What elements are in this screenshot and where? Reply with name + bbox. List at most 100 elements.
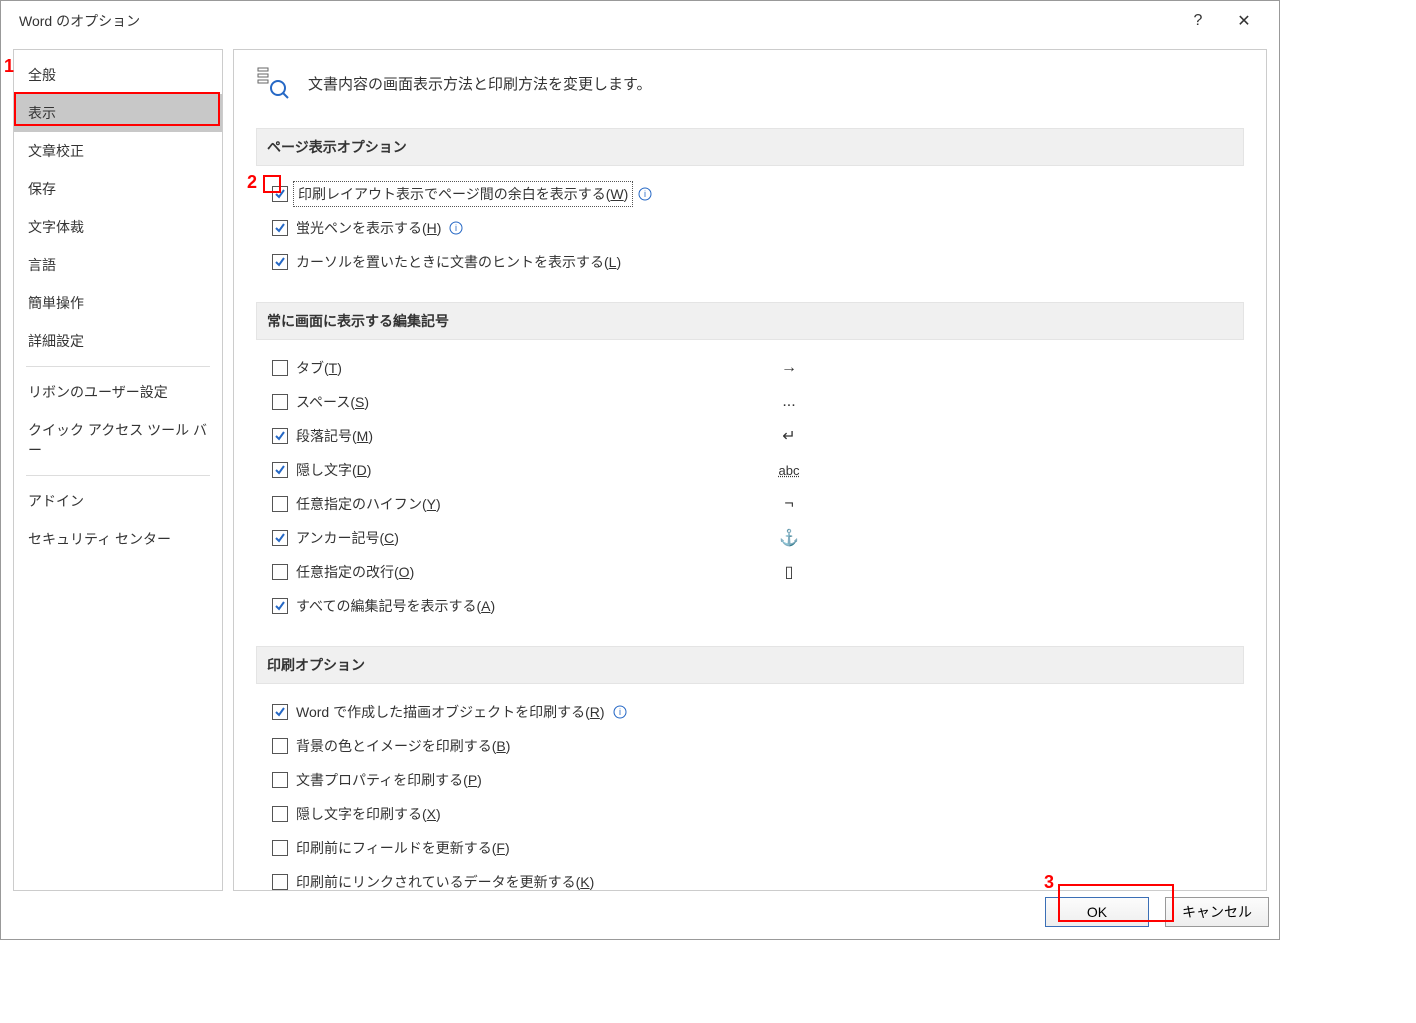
formatting-mark-symbol: ⚓ [774,528,804,548]
sidebar-item[interactable]: 簡単操作 [14,284,222,322]
checkbox[interactable] [272,254,288,270]
option-row: 蛍光ペンを表示する(H) i [256,214,1244,242]
sidebar-item[interactable]: クイック アクセス ツール バー [14,411,222,469]
section-title-marks: 常に画面に表示する編集記号 [256,302,1244,340]
content-panel: 文書内容の画面表示方法と印刷方法を変更します。 ページ表示オプション 印刷レイア… [233,49,1267,891]
sidebar: 全般表示文章校正保存文字体裁言語簡単操作詳細設定リボンのユーザー設定クイック ア… [13,49,223,891]
annotation-3: 3 [1044,872,1054,893]
option-label[interactable]: タブ(T) [296,358,342,378]
option-label[interactable]: 任意指定のハイフン(Y) [296,494,441,514]
svg-text:i: i [455,223,457,233]
option-row: スペース(S)... [256,388,1244,416]
option-row: アンカー記号(C) ⚓ [256,524,1244,552]
option-label[interactable]: カーソルを置いたときに文書のヒントを表示する(L) [296,252,621,272]
option-row: 隠し文字(D) abc [256,456,1244,484]
checkbox[interactable] [272,530,288,546]
svg-text:i: i [619,707,621,717]
close-button[interactable]: ✕ [1221,5,1267,37]
checkbox[interactable] [272,704,288,720]
option-label[interactable]: 背景の色とイメージを印刷する(B) [296,736,510,756]
sidebar-item[interactable]: 文字体裁 [14,208,222,246]
sidebar-item[interactable]: 言語 [14,246,222,284]
formatting-mark-symbol: → [774,359,804,377]
option-label[interactable]: 印刷前にリンクされているデータを更新する(K) [296,872,594,891]
option-label[interactable]: 印刷レイアウト表示でページ間の余白を表示する(W) [296,184,630,204]
option-label[interactable]: スペース(S) [296,392,369,412]
display-options-icon [256,66,290,100]
checkbox[interactable] [272,428,288,444]
formatting-mark-symbol: ↵ [774,426,804,446]
option-row: 印刷前にフィールドを更新する(F) [256,834,1244,862]
option-row: 隠し文字を印刷する(X) [256,800,1244,828]
sidebar-item[interactable]: アドイン [14,482,222,520]
option-row: 任意指定の改行(O) ▯ [256,558,1244,586]
section-title-print: 印刷オプション [256,646,1244,684]
content-header: 文書内容の画面表示方法と印刷方法を変更します。 [256,66,1244,100]
options-dialog: Word のオプション ? ✕ 全般表示文章校正保存文字体裁言語簡単操作詳細設定… [0,0,1280,940]
annotation-2: 2 [247,172,257,193]
checkbox[interactable] [272,564,288,580]
option-row: カーソルを置いたときに文書のヒントを表示する(L) [256,248,1244,276]
cancel-button[interactable]: キャンセル [1165,897,1269,927]
info-icon[interactable]: i [449,221,463,235]
section-title-page: ページ表示オプション [256,128,1244,166]
checkbox[interactable] [272,220,288,236]
svg-text:i: i [644,189,646,199]
option-row: 背景の色とイメージを印刷する(B) [256,732,1244,760]
formatting-mark-symbol: abc [774,463,804,478]
option-label[interactable]: 隠し文字を印刷する(X) [296,804,441,824]
option-label[interactable]: Word で作成した描画オブジェクトを印刷する(R) [296,702,605,722]
checkbox[interactable] [272,772,288,788]
sidebar-item[interactable]: セキュリティ センター [14,520,222,558]
sidebar-divider [26,366,210,367]
option-row: 印刷レイアウト表示でページ間の余白を表示する(W) i [256,180,1244,208]
checkbox[interactable] [272,360,288,376]
checkbox[interactable] [272,394,288,410]
checkbox[interactable] [272,598,288,614]
option-row: タブ(T) → [256,354,1244,382]
info-icon[interactable]: i [638,187,652,201]
option-label[interactable]: アンカー記号(C) [296,528,399,548]
formatting-mark-symbol: ▯ [774,562,804,582]
annotation-1: 1 [4,56,14,77]
formatting-mark-symbol: ¬ [774,495,804,513]
section-formatting-marks: 常に画面に表示する編集記号 タブ(T) → スペース(S)... 段落記号(M) ↵ 隠し… [256,302,1244,620]
dialog-footer: OK キャンセル [1045,893,1269,939]
option-label[interactable]: 段落記号(M) [296,426,373,446]
dialog-title: Word のオプション [13,11,1175,31]
sidebar-item[interactable]: 全般 [14,56,222,94]
sidebar-item[interactable]: 表示 [14,94,222,132]
checkbox[interactable] [272,462,288,478]
checkbox[interactable] [272,496,288,512]
section-print-options: 印刷オプション Word で作成した描画オブジェクトを印刷する(R) i 背景の色と… [256,646,1244,891]
option-row: 文書プロパティを印刷する(P) [256,766,1244,794]
sidebar-item[interactable]: 保存 [14,170,222,208]
option-row: 任意指定のハイフン(Y) ¬ [256,490,1244,518]
option-label[interactable]: 任意指定の改行(O) [296,562,414,582]
option-label[interactable]: 蛍光ペンを表示する(H) [296,218,441,238]
checkbox[interactable] [272,840,288,856]
option-label[interactable]: 隠し文字(D) [296,460,371,480]
option-row: 段落記号(M) ↵ [256,422,1244,450]
formatting-mark-symbol: ... [774,393,804,411]
sidebar-item[interactable]: 詳細設定 [14,322,222,360]
section-page-display: ページ表示オプション 印刷レイアウト表示でページ間の余白を表示する(W)i蛍光ペ… [256,128,1244,276]
checkbox[interactable] [272,874,288,890]
ok-button[interactable]: OK [1045,897,1149,927]
option-row: 印刷前にリンクされているデータを更新する(K) [256,868,1244,891]
option-label[interactable]: 印刷前にフィールドを更新する(F) [296,838,510,858]
info-icon[interactable]: i [613,705,627,719]
sidebar-item[interactable]: 文章校正 [14,132,222,170]
dialog-body: 全般表示文章校正保存文字体裁言語簡単操作詳細設定リボンのユーザー設定クイック ア… [1,41,1279,899]
titlebar: Word のオプション ? ✕ [1,1,1279,41]
checkbox[interactable] [272,738,288,754]
checkbox[interactable] [272,186,288,202]
option-label[interactable]: 文書プロパティを印刷する(P) [296,770,482,790]
sidebar-item[interactable]: リボンのユーザー設定 [14,373,222,411]
option-row: すべての編集記号を表示する(A) [256,592,1244,620]
option-label[interactable]: すべての編集記号を表示する(A) [296,596,495,616]
sidebar-divider [26,475,210,476]
content-header-text: 文書内容の画面表示方法と印刷方法を変更します。 [308,73,652,94]
checkbox[interactable] [272,806,288,822]
help-button[interactable]: ? [1175,5,1221,37]
